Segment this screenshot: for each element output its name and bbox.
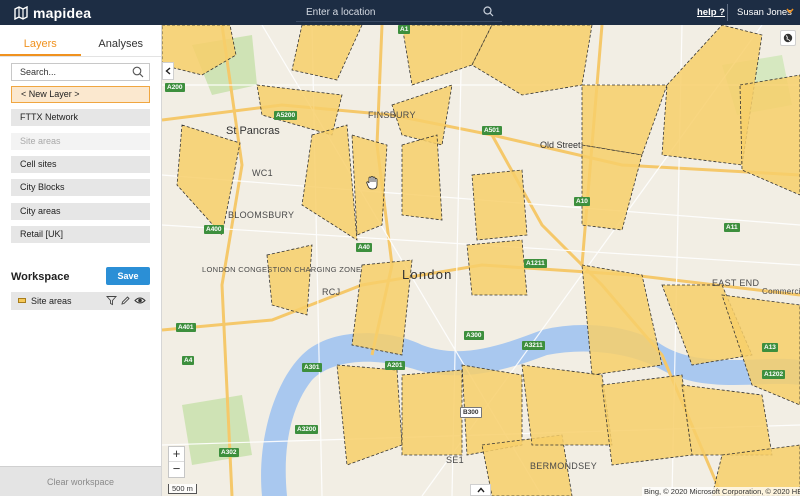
site-area-polygon[interactable]	[521, 364, 613, 446]
filter-icon[interactable]	[106, 295, 117, 306]
map-label-old-street: Old Street	[540, 140, 581, 150]
map-label-east-end: EAST END	[712, 278, 760, 288]
site-area-polygon[interactable]	[466, 239, 528, 296]
zoom-in-button[interactable]: +	[169, 447, 184, 462]
search-icon[interactable]	[132, 66, 144, 78]
topbar-divider	[727, 4, 728, 21]
save-button[interactable]: Save	[106, 267, 150, 285]
road-shield: A1	[398, 25, 411, 34]
workspace-title: Workspace	[11, 271, 70, 283]
road-shield: A302	[219, 448, 239, 457]
site-area-polygon[interactable]	[401, 134, 443, 221]
road-shield: A3211	[522, 341, 545, 350]
site-area-polygon[interactable]	[581, 84, 668, 156]
collapse-sidebar-button[interactable]	[162, 62, 174, 80]
workspace-item-actions	[106, 295, 146, 306]
map-label-bermondsey: BERMONDSEY	[530, 461, 598, 471]
layer-color-swatch	[18, 298, 26, 303]
road-shield: A1211	[524, 259, 547, 268]
map-label-wc1: WC1	[252, 168, 273, 178]
road-shield: A10	[574, 197, 590, 206]
map-label-rcj: RCJ	[322, 287, 341, 297]
zoom-out-button[interactable]: −	[169, 462, 184, 477]
layer-item-site-areas: Site areas	[11, 133, 150, 150]
globe-icon	[783, 33, 793, 43]
site-area-polygon[interactable]	[471, 169, 528, 241]
new-layer-button[interactable]: < New Layer >	[11, 86, 150, 103]
tab-analyses[interactable]: Analyses	[81, 25, 162, 56]
app-logo[interactable]: mapidea	[14, 5, 91, 21]
road-shield: A4	[182, 356, 195, 365]
chevron-down-icon[interactable]	[786, 8, 794, 14]
chevron-up-icon	[476, 487, 485, 493]
layer-item-city-areas[interactable]: City areas	[11, 203, 150, 220]
road-shield: A401	[176, 323, 196, 332]
map-scale: 500 m	[168, 484, 197, 494]
basemap-toggle-button[interactable]	[780, 30, 796, 46]
site-area-polygon[interactable]	[291, 25, 363, 81]
layer-search[interactable]	[11, 63, 150, 81]
map-label-congestion-zone: LONDON CONGESTION CHARGING ZONE	[202, 265, 362, 274]
road-shield: B300	[460, 407, 482, 418]
road-shield: A400	[204, 225, 224, 234]
style-icon[interactable]	[120, 295, 131, 306]
layer-item-city-blocks[interactable]: City Blocks	[11, 179, 150, 196]
layer-item-cell-sites[interactable]: Cell sites	[11, 156, 150, 173]
site-area-polygon[interactable]	[401, 369, 463, 456]
site-area-polygon[interactable]	[581, 264, 663, 376]
mapidea-logo-icon	[14, 5, 28, 20]
workspace-item[interactable]: Site areas	[11, 292, 150, 310]
site-area-polygon[interactable]	[336, 364, 403, 466]
site-areas-layer	[162, 25, 800, 496]
map-label-st-pancras: St Pancras	[226, 125, 280, 137]
map-label-se1: SE1	[446, 455, 464, 465]
map-canvas[interactable]: St Pancras WC1 BLOOMSBURY LONDON CONGEST…	[162, 25, 800, 496]
road-shield: A5200	[274, 111, 298, 120]
road-shield: A11	[724, 223, 740, 232]
site-area-polygon[interactable]	[681, 384, 773, 456]
site-area-polygon[interactable]	[581, 144, 643, 231]
location-search[interactable]	[296, 3, 502, 22]
layer-item-fttx-network[interactable]: FTTX Network	[11, 109, 150, 126]
site-area-polygon[interactable]	[301, 124, 358, 241]
chevron-left-icon	[165, 67, 171, 75]
site-area-polygon[interactable]	[266, 244, 313, 316]
site-area-polygon[interactable]	[471, 25, 593, 96]
sidebar-tabs: Layers Analyses	[0, 25, 161, 57]
site-area-polygon[interactable]	[739, 74, 800, 196]
map-label-commercial: Commercial	[762, 287, 800, 296]
hand-cursor-icon	[366, 176, 378, 190]
map-label-finsbury: FINSBURY	[368, 110, 416, 120]
tab-layers[interactable]: Layers	[0, 25, 81, 56]
sidebar: Layers Analyses < New Layer > FTTX Netwo…	[0, 25, 162, 496]
map-label-bloomsbury: BLOOMSBURY	[228, 210, 295, 220]
road-shield: A301	[302, 363, 322, 372]
site-area-polygon[interactable]	[601, 374, 693, 466]
road-shield: A501	[482, 126, 502, 135]
road-shield: A1202	[762, 370, 786, 379]
road-shield: A201	[385, 361, 405, 370]
road-shield: A200	[165, 83, 185, 92]
workspace-item-label: Site areas	[31, 296, 72, 306]
road-shield: A3200	[295, 425, 319, 434]
search-icon[interactable]	[483, 6, 494, 17]
layer-item-retail-uk[interactable]: Retail [UK]	[11, 226, 150, 243]
top-bar: mapidea help ? Susan Jones	[0, 0, 800, 25]
road-shield: A13	[762, 343, 778, 352]
zoom-control: + −	[168, 446, 185, 478]
user-menu[interactable]: Susan Jones	[737, 7, 792, 18]
map-label-london: London	[402, 267, 453, 282]
clear-workspace-button[interactable]: Clear workspace	[0, 466, 161, 496]
eye-icon[interactable]	[134, 295, 146, 306]
help-link[interactable]: help ?	[697, 7, 725, 18]
location-search-input[interactable]	[296, 3, 478, 21]
app-name: mapidea	[33, 4, 92, 21]
road-shield: A40	[356, 243, 372, 252]
road-shield: A300	[464, 331, 484, 340]
map-attribution: Bing, © 2020 Microsoft Corporation, © 20…	[642, 487, 800, 496]
bottom-panel-toggle[interactable]	[470, 484, 491, 496]
layer-search-input[interactable]	[12, 64, 130, 80]
